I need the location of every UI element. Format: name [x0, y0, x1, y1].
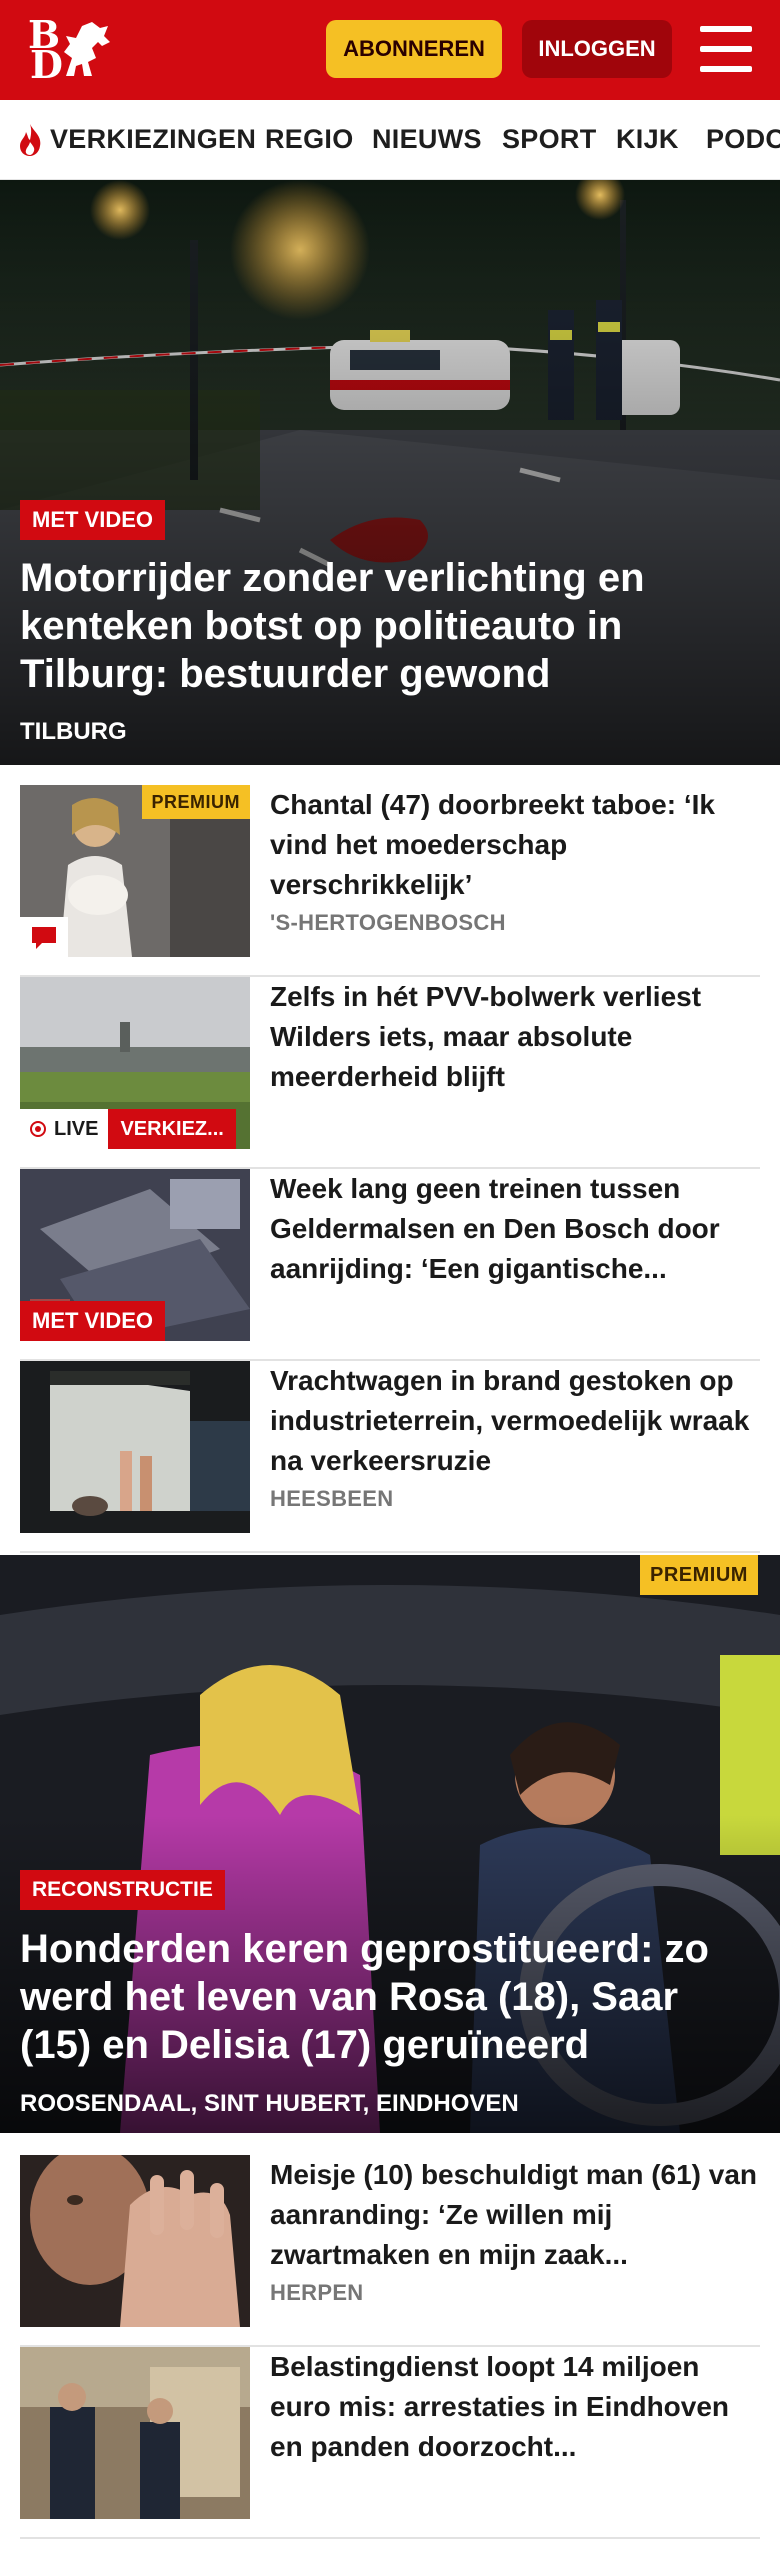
live-category: VERKIEZ...: [108, 1109, 236, 1149]
hero-headline[interactable]: Motorrijder zonder verlichting en kentek…: [20, 554, 720, 698]
video-tag: MET VIDEO: [20, 1301, 166, 1341]
nav-item-sport[interactable]: SPORT: [502, 124, 597, 155]
article-title[interactable]: Chantal (47) doorbreekt taboe: ‘Ik vind …: [270, 785, 760, 905]
nav-item-nieuws[interactable]: NIEUWS: [372, 124, 482, 155]
nav-item-kijk[interactable]: KIJK: [616, 124, 679, 155]
article-title[interactable]: Zelfs in hét PVV-bolwerk verliest Wilder…: [270, 977, 760, 1097]
list-item[interactable]: Belastingdienst loopt 14 miljoen euro mi…: [20, 2347, 760, 2539]
list-item[interactable]: LIVE VERKIEZ... Zelfs in hét PVV-bolwerk…: [20, 977, 760, 1169]
list-item[interactable]: Meisje (10) beschuldigt man (61) van aan…: [20, 2155, 760, 2347]
comment-icon: [20, 917, 68, 957]
hamburger-menu-icon[interactable]: [700, 26, 752, 72]
video-tag: MET VIDEO: [20, 500, 166, 540]
section-nav: VERKIEZINGEN REGIO NIEUWS SPORT KIJK POD…: [0, 100, 780, 180]
hero-location: TILBURG: [20, 718, 127, 745]
bd-logo[interactable]: B D: [26, 16, 116, 84]
feature-article[interactable]: PREMIUM RECONSTRUCTIE Honderden keren ge…: [0, 1555, 780, 2133]
premium-badge: PREMIUM: [141, 785, 250, 819]
article-thumbnail: [20, 1361, 250, 1533]
article-location: HERPEN: [270, 2280, 364, 2305]
nav-item-regio[interactable]: REGIO: [265, 124, 354, 155]
article-title[interactable]: Meisje (10) beschuldigt man (61) van aan…: [270, 2155, 760, 2275]
article-location: HEESBEEN: [270, 1486, 394, 1511]
reconstruction-tag: RECONSTRUCTIE: [20, 1870, 225, 1910]
article-thumbnail: PREMIUM: [20, 785, 250, 957]
subscribe-button[interactable]: ABONNEREN: [326, 20, 502, 78]
live-dot-icon: [30, 1121, 46, 1137]
article-thumbnail: MET VIDEO: [20, 1169, 250, 1341]
article-thumbnail: LIVE VERKIEZ...: [20, 977, 250, 1149]
feature-location: ROOSENDAAL, SINT HUBERT, EINDHOVEN: [20, 2090, 519, 2117]
article-thumbnail: [20, 2155, 250, 2327]
list-item[interactable]: PREMIUM Chantal (47) doorbreekt taboe: ‘…: [20, 785, 760, 977]
article-title[interactable]: Week lang geen treinen tussen Geldermals…: [270, 1169, 760, 1289]
top-header: B D ABONNEREN INLOGGEN: [0, 0, 780, 100]
article-title[interactable]: Belastingdienst loopt 14 miljoen euro mi…: [270, 2347, 760, 2467]
live-indicator: LIVE VERKIEZ...: [20, 1109, 236, 1149]
live-label: LIVE: [54, 1117, 99, 1140]
list-item[interactable]: Vrachtwagen in brand gestoken op industr…: [20, 1361, 760, 1553]
list-item[interactable]: MET VIDEO Week lang geen treinen tussen …: [20, 1169, 760, 1361]
nav-item-verkiezingen[interactable]: VERKIEZINGEN: [50, 124, 256, 155]
rearing-horse-icon: [64, 22, 110, 76]
article-thumbnail: [20, 2347, 250, 2519]
premium-badge: PREMIUM: [640, 1555, 758, 1595]
article-location: 'S-HERTOGENBOSCH: [270, 910, 506, 935]
flame-icon: [20, 124, 41, 156]
feature-headline[interactable]: Honderden keren geprostitueerd: zo werd …: [20, 1925, 760, 2069]
article-title[interactable]: Vrachtwagen in brand gestoken op industr…: [270, 1361, 760, 1481]
login-button[interactable]: INLOGGEN: [522, 20, 672, 78]
nav-item-podcasts[interactable]: PODC: [706, 124, 780, 155]
hero-article[interactable]: MET VIDEO Motorrijder zonder verlichting…: [0, 180, 780, 765]
